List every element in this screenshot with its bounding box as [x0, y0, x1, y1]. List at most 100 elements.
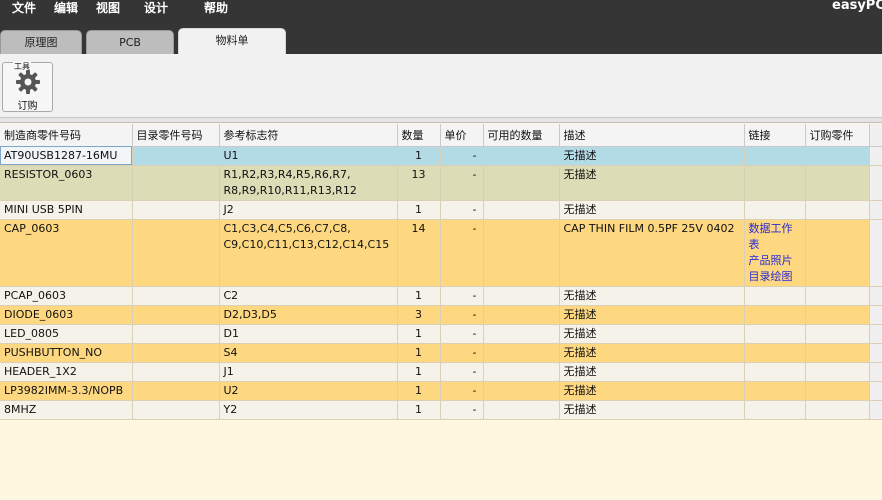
cell-unit-price[interactable]: -	[440, 324, 484, 344]
cell-mfr-part[interactable]: LED_0805	[0, 324, 133, 344]
tab-schematic[interactable]: 原理图	[0, 30, 82, 54]
cell-ref-designator[interactable]: U2	[219, 381, 398, 401]
cell-available[interactable]	[483, 305, 560, 325]
cell-catalog-part[interactable]	[132, 362, 220, 382]
cell-links[interactable]	[744, 305, 806, 325]
cell-links[interactable]	[744, 165, 806, 201]
cell-catalog-part[interactable]	[132, 286, 220, 306]
table-row[interactable]: DIODE_0603 D2,D3,D5 3- 无描述	[0, 305, 882, 325]
col-header-unit-price[interactable]: 单价	[440, 124, 484, 147]
cell-order[interactable]	[805, 381, 870, 401]
cell-unit-price[interactable]: -	[440, 286, 484, 306]
table-row[interactable]: MINI USB 5PIN J2 1- 无描述	[0, 200, 882, 220]
cell-links[interactable]	[744, 200, 806, 220]
menu-edit[interactable]: 编辑	[54, 0, 78, 16]
cell-description[interactable]: 无描述	[559, 381, 745, 401]
cell-mfr-part[interactable]: PCAP_0603	[0, 286, 133, 306]
datasheet-link[interactable]: 数据工作表	[749, 221, 801, 253]
table-row[interactable]: PUSHBUTTON_NO S4 1- 无描述	[0, 343, 882, 363]
cell-mfr-part[interactable]: PUSHBUTTON_NO	[0, 343, 133, 363]
cell-order[interactable]	[805, 165, 870, 201]
table-row[interactable]: AT90USB1287-16MU U1 1- 无描述	[0, 146, 882, 166]
cell-order[interactable]	[805, 200, 870, 220]
cell-catalog-part[interactable]	[132, 219, 220, 287]
cell-available[interactable]	[483, 286, 560, 306]
cell-description[interactable]: 无描述	[559, 200, 745, 220]
cell-description[interactable]: 无描述	[559, 343, 745, 363]
cell-catalog-part[interactable]	[132, 381, 220, 401]
menu-view[interactable]: 视图	[96, 0, 120, 16]
cell-mfr-part[interactable]: MINI USB 5PIN	[0, 200, 133, 220]
cell-quantity[interactable]: 1	[397, 400, 441, 420]
cell-ref-designator[interactable]: S4	[219, 343, 398, 363]
cell-unit-price[interactable]: -	[440, 165, 484, 201]
table-row[interactable]: 8MHZ Y2 1- 无描述	[0, 400, 882, 420]
cell-quantity[interactable]: 14	[397, 219, 441, 287]
cell-links[interactable]	[744, 381, 806, 401]
col-header-ref-designator[interactable]: 参考标志符	[219, 124, 398, 147]
cell-description[interactable]: 无描述	[559, 146, 745, 166]
order-button[interactable]: 工具 订购	[2, 61, 53, 112]
cell-description[interactable]: 无描述	[559, 400, 745, 420]
cell-catalog-part[interactable]	[132, 343, 220, 363]
col-header-order[interactable]: 订购零件	[805, 124, 870, 147]
cell-catalog-part[interactable]	[132, 400, 220, 420]
cell-unit-price[interactable]: -	[440, 146, 484, 166]
cell-unit-price[interactable]: -	[440, 381, 484, 401]
cell-quantity[interactable]: 3	[397, 305, 441, 325]
cell-quantity[interactable]: 1	[397, 324, 441, 344]
cell-links[interactable]	[744, 286, 806, 306]
cell-description[interactable]: 无描述	[559, 362, 745, 382]
col-header-quantity[interactable]: 数量	[397, 124, 441, 147]
cell-description[interactable]: 无描述	[559, 165, 745, 201]
cell-order[interactable]	[805, 286, 870, 306]
cell-unit-price[interactable]: -	[440, 343, 484, 363]
cell-links[interactable]: 数据工作表 产品照片 目录绘图	[744, 219, 806, 287]
cell-description[interactable]: CAP THIN FILM 0.5PF 25V 0402	[559, 219, 745, 287]
cell-ref-designator[interactable]: R1,R2,R3,R4,R5,R6,R7, R8,R9,R10,R11,R13,R…	[219, 165, 398, 201]
cell-ref-designator[interactable]: Y2	[219, 400, 398, 420]
cell-ref-designator[interactable]: C1,C3,C4,C5,C6,C7,C8, C9,C10,C11,C13,C12,…	[219, 219, 398, 287]
cell-mfr-part[interactable]: DIODE_0603	[0, 305, 133, 325]
col-header-links[interactable]: 链接	[744, 124, 806, 147]
cell-mfr-part[interactable]: HEADER_1X2	[0, 362, 133, 382]
menu-help[interactable]: 帮助	[204, 0, 228, 16]
cell-catalog-part[interactable]	[132, 165, 220, 201]
cell-order[interactable]	[805, 305, 870, 325]
cell-order[interactable]	[805, 219, 870, 287]
col-header-catalog-part[interactable]: 目录零件号码	[132, 124, 220, 147]
cell-catalog-part[interactable]	[132, 305, 220, 325]
cell-available[interactable]	[483, 343, 560, 363]
table-row[interactable]: CAP_0603 C1,C3,C4,C5,C6,C7,C8, C9,C10,C11,…	[0, 219, 882, 287]
cell-ref-designator[interactable]: J2	[219, 200, 398, 220]
cell-quantity[interactable]: 1	[397, 286, 441, 306]
datasheet-link[interactable]: 产品照片	[749, 253, 801, 269]
cell-ref-designator[interactable]: D2,D3,D5	[219, 305, 398, 325]
cell-order[interactable]	[805, 146, 870, 166]
cell-catalog-part[interactable]	[132, 324, 220, 344]
table-row[interactable]: RESISTOR_0603 R1,R2,R3,R4,R5,R6,R7, R8,R9,…	[0, 165, 882, 201]
cell-available[interactable]	[483, 219, 560, 287]
cell-order[interactable]	[805, 343, 870, 363]
cell-available[interactable]	[483, 200, 560, 220]
tab-bom[interactable]: 物料单	[178, 28, 286, 54]
cell-available[interactable]	[483, 165, 560, 201]
cell-available[interactable]	[483, 362, 560, 382]
cell-unit-price[interactable]: -	[440, 219, 484, 287]
cell-ref-designator[interactable]: J1	[219, 362, 398, 382]
cell-unit-price[interactable]: -	[440, 362, 484, 382]
table-row[interactable]: LP3982IMM-3.3/NOPB U2 1- 无描述	[0, 381, 882, 401]
cell-order[interactable]	[805, 324, 870, 344]
cell-quantity[interactable]: 1	[397, 146, 441, 166]
cell-description[interactable]: 无描述	[559, 324, 745, 344]
menu-file[interactable]: 文件	[12, 0, 36, 16]
cell-ref-designator[interactable]: U1	[219, 146, 398, 166]
cell-description[interactable]: 无描述	[559, 286, 745, 306]
col-header-mfr-part[interactable]: 制造商零件号码	[0, 124, 133, 147]
datasheet-link[interactable]: 目录绘图	[749, 269, 801, 285]
table-row[interactable]: HEADER_1X2 J1 1- 无描述	[0, 362, 882, 382]
cell-catalog-part[interactable]	[132, 146, 220, 166]
cell-unit-price[interactable]: -	[440, 400, 484, 420]
cell-links[interactable]	[744, 400, 806, 420]
cell-description[interactable]: 无描述	[559, 305, 745, 325]
